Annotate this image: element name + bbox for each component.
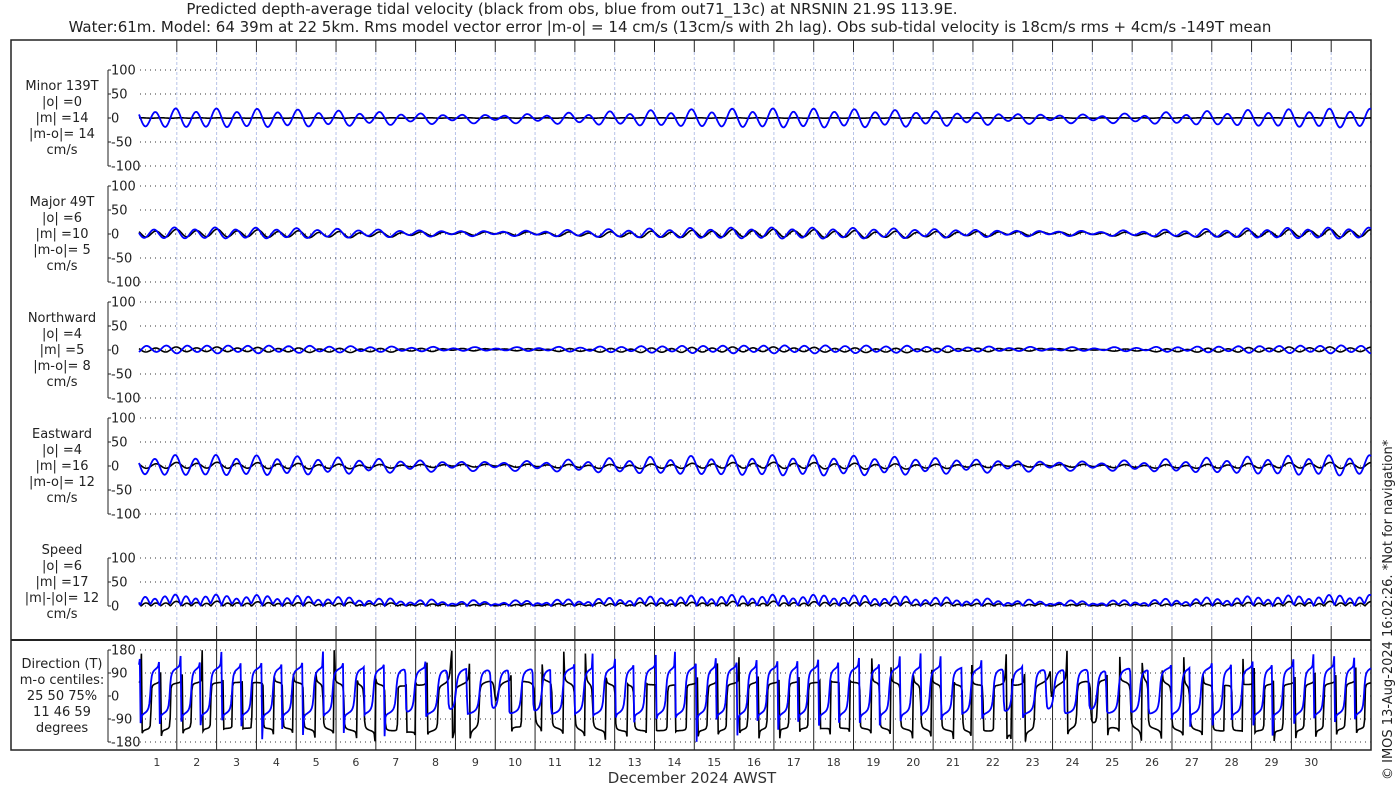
y-tick-label: 100	[111, 552, 136, 567]
panel-label-speed: cm/s	[47, 607, 78, 622]
panel-label-minor: |m-o|= 14	[29, 127, 95, 142]
x-tick-label: 16	[747, 756, 761, 769]
x-tick-label: 23	[1026, 756, 1040, 769]
panel-label-north: |o| =4	[42, 327, 82, 342]
y-tick-label: 100	[111, 64, 136, 79]
panel-label-minor: |m| =14	[36, 111, 89, 126]
y-tick-label: 50	[111, 576, 128, 591]
copyright-text: © IMOS 13-Aug-2024 16:02:26. *Not for na…	[1381, 439, 1396, 780]
y-tick-label: 100	[111, 296, 136, 311]
panel-label-minor: Minor 139T	[25, 79, 98, 94]
panel-label-major: |o| =6	[42, 211, 82, 226]
x-tick-label: 29	[1264, 756, 1278, 769]
x-tick-label: 13	[628, 756, 642, 769]
y-tick-label: 0	[111, 112, 119, 127]
x-tick-label: 27	[1185, 756, 1199, 769]
y-tick-label: -100	[111, 392, 141, 407]
panel-label-east: |m-o|= 12	[29, 475, 95, 490]
y-tick-label: 50	[111, 88, 128, 103]
panel-label-major: cm/s	[47, 259, 78, 274]
x-tick-label: 26	[1145, 756, 1159, 769]
panel-label-dir: Direction (T)	[22, 657, 103, 672]
panel-label-speed: |m|-|o|= 12	[25, 591, 99, 606]
y-tick-label: 100	[111, 412, 136, 427]
y-tick-label: 50	[111, 320, 128, 335]
y-tick-label: 50	[111, 204, 128, 219]
y-tick-label: -50	[111, 484, 132, 499]
x-tick-label: 21	[946, 756, 960, 769]
x-tick-label: 28	[1225, 756, 1239, 769]
panel-label-east: Eastward	[32, 427, 92, 442]
y-tick-label: -90	[111, 713, 132, 728]
y-tick-label: 0	[111, 460, 119, 475]
y-tick-label: -100	[111, 508, 141, 523]
panel-label-dir: 11 46 59	[33, 705, 91, 720]
tidal-velocity-chart: 1 2 3 4 5 6 7 8 9 10 11 12 13 14 15 16 17 18 19 20 21 22 23 24 2…	[10, 39, 1396, 787]
x-tick-label: 8	[432, 756, 439, 769]
y-tick-label: 0	[111, 344, 119, 359]
y-tick-label: 180	[111, 644, 136, 659]
panel-label-north: |m-o|= 8	[33, 359, 91, 374]
y-tick-label: 50	[111, 436, 128, 451]
x-tick-label: 7	[392, 756, 399, 769]
panel-label-minor: |o| =0	[42, 95, 82, 110]
panel-label-major: Major 49T	[30, 195, 95, 210]
panel-label-east: cm/s	[47, 491, 78, 506]
x-tick-label: 18	[827, 756, 841, 769]
panel-label-east: |m| =16	[36, 459, 89, 474]
x-tick-label: 17	[787, 756, 801, 769]
y-tick-label: -100	[111, 160, 141, 175]
x-tick-label: 19	[866, 756, 880, 769]
x-tick-label: 20	[906, 756, 920, 769]
x-tick-label: 6	[352, 756, 359, 769]
panel-label-north: |m| =5	[40, 343, 85, 358]
x-tick-label: 22	[986, 756, 1000, 769]
y-tick-label: 0	[111, 600, 119, 615]
panel-label-dir: m-o centiles:	[20, 673, 105, 688]
panel-label-dir: 25 50 75%	[27, 689, 97, 704]
x-tick-label: 12	[588, 756, 602, 769]
panel-label-east: |o| =4	[42, 443, 82, 458]
plot-frame	[10, 39, 1372, 751]
panel-label-major: |m-o|= 5	[33, 243, 91, 258]
panel-label-speed: |m| =17	[36, 575, 89, 590]
y-tick-label: -180	[111, 736, 141, 751]
panel-label-major: |m| =10	[36, 227, 89, 242]
panel-label-north: cm/s	[47, 375, 78, 390]
model-speed-line	[138, 593, 1372, 608]
x-tick-label: 4	[273, 756, 280, 769]
y-tick-label: 0	[111, 690, 119, 705]
x-tick-label: 2	[193, 756, 200, 769]
model-dir-line	[138, 651, 1372, 742]
panel-label-dir: degrees	[36, 721, 89, 736]
y-tick-label: 0	[111, 228, 119, 243]
y-tick-label: -50	[111, 136, 132, 151]
x-tick-label: 30	[1304, 756, 1318, 769]
x-tick-label: 15	[707, 756, 721, 769]
x-tick-label: 10	[508, 756, 522, 769]
y-tick-label: -50	[111, 252, 132, 267]
panel-label-speed: Speed	[42, 543, 83, 558]
x-tick-label: 1	[153, 756, 160, 769]
y-tick-label: -50	[111, 368, 132, 383]
x-tick-label: 5	[313, 756, 320, 769]
x-tick-label: 25	[1105, 756, 1119, 769]
y-tick-label: 90	[111, 667, 128, 682]
panel-label-north: Northward	[28, 311, 96, 326]
x-tick-label: 9	[472, 756, 479, 769]
x-tick-label: 3	[233, 756, 240, 769]
panel-label-minor: cm/s	[47, 143, 78, 158]
x-tick-label: 14	[667, 756, 681, 769]
x-tick-label: 24	[1065, 756, 1079, 769]
x-axis-label: December 2024 AWST	[608, 769, 777, 787]
y-tick-label: -100	[111, 276, 141, 291]
panel-label-speed: |o| =6	[42, 559, 82, 574]
x-tick-label: 11	[548, 756, 562, 769]
y-tick-label: 100	[111, 180, 136, 195]
